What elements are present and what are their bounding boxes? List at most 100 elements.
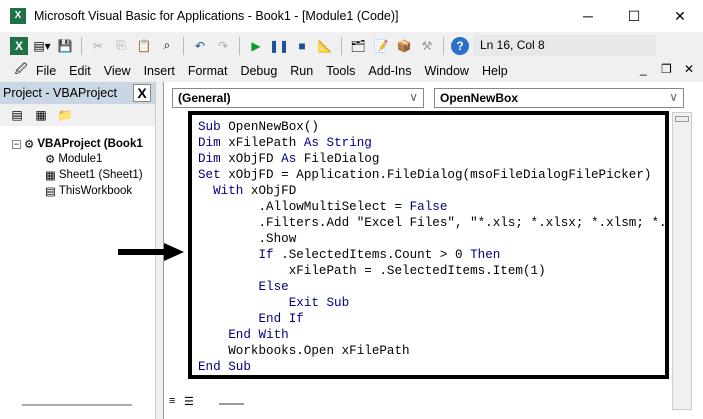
tree-item-thisworkbook[interactable]: ▤ ThisWorkbook [45,184,132,198]
code-keyword: Dim [198,136,221,150]
module-icon: ⚙ [45,154,56,166]
view-code-icon[interactable]: ▤ [8,106,26,124]
project-explorer-icon[interactable]: 🗂 [349,37,367,55]
code-line: Dim xFilePath As String [198,135,665,151]
menu-help[interactable]: Help [482,64,508,78]
insert-module-icon[interactable]: ▤▾ [33,37,51,55]
code-keyword: False [409,200,448,214]
cut-icon[interactable]: ✂ [89,37,107,55]
tree-item-module1[interactable]: ⚙ Module1 [45,152,102,166]
code-line: Else [198,279,665,295]
procedure-view-icon[interactable]: ≡ [169,395,175,407]
code-keyword: As [303,136,319,150]
maximize-button[interactable]: ☐ [611,0,657,32]
code-line: .Show [198,231,665,247]
help-icon[interactable]: ? [451,36,469,55]
code-line: End Sub [198,359,665,375]
code-text: .SelectedItems.Count > 0 [273,248,471,262]
workbook-icon: ▤ [45,186,56,198]
code-line: Dim xObjFD As FileDialog [198,151,665,167]
view-object-icon[interactable]: ▦ [32,106,50,124]
code-text: xObjFD [243,184,297,198]
code-text: .Filters.Add "Excel Files", "*.xls; *.xl… [258,216,667,230]
minimize-button[interactable]: ─ [565,0,611,32]
code-line: .AllowMultiSelect = False [198,199,665,215]
project-explorer-toolbar: ▤ ▦ 📁 [0,104,155,126]
tree-item-sheet1[interactable]: ▦ Sheet1 (Sheet1) [45,168,143,182]
full-module-view-icon[interactable]: ☰ [184,395,194,408]
code-text: Workbooks.Open xFilePath [198,344,410,358]
object-dropdown[interactable]: (General) ∨ [172,88,424,108]
code-line: End If [198,311,665,327]
code-vertical-scrollbar[interactable] [672,112,692,410]
menu-edit[interactable]: Edit [69,64,91,78]
project-hscroll[interactable] [22,404,132,406]
reset-icon[interactable]: ■ [293,37,311,55]
code-text: FileDialog [296,152,380,166]
run-icon[interactable]: ▶ [247,37,265,55]
paste-icon[interactable]: 📋 [135,37,153,55]
standard-toolbar: X ▤▾ 💾 ✂ ⎘ 📋 ⌕ ↶ ↷ ▶ ❚❚ ■ 📐 🗂 📝 📦 ⚒ ? Ln… [0,33,703,58]
code-text: .AllowMultiSelect = [198,200,410,214]
mdi-restore-button[interactable]: ❐ [661,62,672,76]
code-line: .Filters.Add "Excel Files", "*.xls; *.xl… [198,215,665,231]
menu-add-ins[interactable]: Add-Ins [368,64,411,78]
code-line: End With [198,327,665,343]
code-line: Sub OpenNewBox() [198,119,665,135]
object-browser-icon[interactable]: 📦 [395,37,413,55]
tree-root[interactable]: − ⚙ VBAProject (Book1 [12,137,143,151]
break-icon[interactable]: ❚❚ [269,37,289,55]
vbaproject-icon: ⚙ [24,139,35,151]
menu-file[interactable]: File [36,64,56,78]
excel-icon: X [10,8,26,24]
code-line: If .SelectedItems.Count > 0 Then [198,247,665,263]
menu-format[interactable]: Format [188,64,228,78]
code-editor[interactable]: Sub OpenNewBox() Dim xFilePath As String D… [188,111,669,379]
redo-icon[interactable]: ↷ [214,37,232,55]
design-mode-icon[interactable]: 📐 [316,37,334,55]
code-line: Workbooks.Open xFilePath [198,343,665,359]
menu-run[interactable]: Run [290,64,313,78]
code-keyword: String [326,136,372,150]
menu-insert[interactable]: Insert [144,64,175,78]
find-icon[interactable]: ⌕ [158,37,176,55]
code-hscroll-thumb[interactable] [219,403,244,405]
menu-debug[interactable]: Debug [240,64,277,78]
mdi-close-button[interactable]: ✕ [684,62,694,76]
mdi-minimize-button[interactable]: _ [640,62,647,76]
properties-icon[interactable]: 📝 [372,37,390,55]
close-project-explorer-button[interactable]: X [133,84,151,102]
arrow-annotation [118,243,184,261]
toolbox-icon[interactable]: ⚒ [418,37,436,55]
save-icon[interactable]: 💾 [56,37,74,55]
menu-window[interactable]: Window [425,64,469,78]
menu-bar: 🖉 File Edit View Insert Format Debug Run… [0,59,703,82]
code-keyword: Dim [198,152,221,166]
undo-icon[interactable]: ↶ [191,37,209,55]
procedure-dropdown[interactable]: OpenNewBox ∨ [434,88,684,108]
code-text: OpenNewBox() [220,120,319,134]
code-keyword: End Sub [198,360,251,374]
code-keyword: Sub [198,120,221,134]
code-keyword: With [213,184,244,198]
code-keyword: End With [228,328,289,342]
window-title: Microsoft Visual Basic for Applications … [34,9,399,23]
toggle-folders-icon[interactable]: 📁 [56,106,74,124]
code-text: xFilePath [220,136,304,150]
view-excel-icon[interactable]: X [10,36,28,55]
close-button[interactable]: ✕ [657,0,703,32]
menu-tools[interactable]: Tools [326,64,355,78]
code-text: xObjFD = Application.FileDialog(msoFileD… [220,168,652,182]
code-keyword: If [258,248,274,262]
menu-view[interactable]: View [104,64,131,78]
sheet-icon: ▦ [45,170,56,182]
copy-icon[interactable]: ⎘ [112,37,130,55]
chevron-down-icon: ∨ [409,90,418,104]
code-keyword: Set [198,168,221,182]
